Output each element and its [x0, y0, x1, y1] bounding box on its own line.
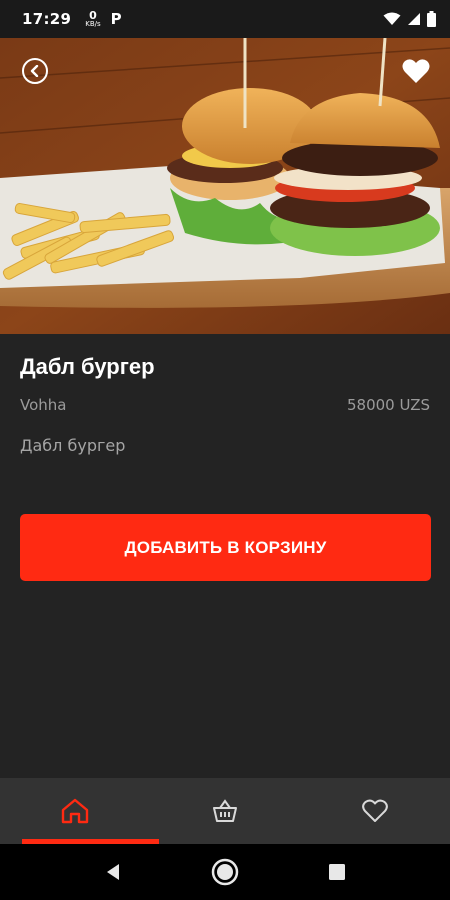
home-circle-icon[interactable] [210, 857, 240, 887]
product-description: Дабл бургер [20, 436, 126, 455]
favorite-button[interactable] [402, 58, 430, 84]
system-navigation-bar [0, 844, 450, 900]
add-to-cart-button[interactable]: ДОБАВИТЬ В КОРЗИНУ [20, 514, 431, 581]
status-time: 17:29 [22, 10, 72, 28]
back-button[interactable] [22, 58, 48, 84]
home-icon [61, 798, 89, 824]
back-triangle-icon[interactable] [103, 862, 123, 882]
nav-item-favorites[interactable] [300, 778, 450, 844]
heart-icon [402, 59, 430, 83]
product-brand: Vohha [20, 396, 67, 414]
carrier-p-icon: P [110, 10, 122, 28]
battery-icon [427, 11, 436, 27]
recents-square-icon[interactable] [327, 862, 347, 882]
product-meta: Vohha 58000 UZS [20, 396, 430, 414]
product-price: 58000 UZS [347, 396, 430, 414]
signal-icon [408, 13, 420, 25]
chevron-left-icon [30, 65, 39, 77]
wifi-icon [383, 12, 401, 25]
basket-icon [213, 799, 237, 822]
bottom-navigation [0, 778, 450, 844]
status-bar: 17:29 0 KB/s P [0, 0, 450, 38]
data-speed-indicator: 0 KB/s [85, 10, 100, 28]
data-speed-unit: KB/s [85, 20, 101, 28]
nav-item-home[interactable] [0, 778, 150, 844]
nav-item-basket[interactable] [150, 778, 300, 844]
product-image [0, 38, 450, 334]
heart-outline-icon [362, 799, 388, 822]
product-title: Дабл бургер [20, 354, 155, 379]
